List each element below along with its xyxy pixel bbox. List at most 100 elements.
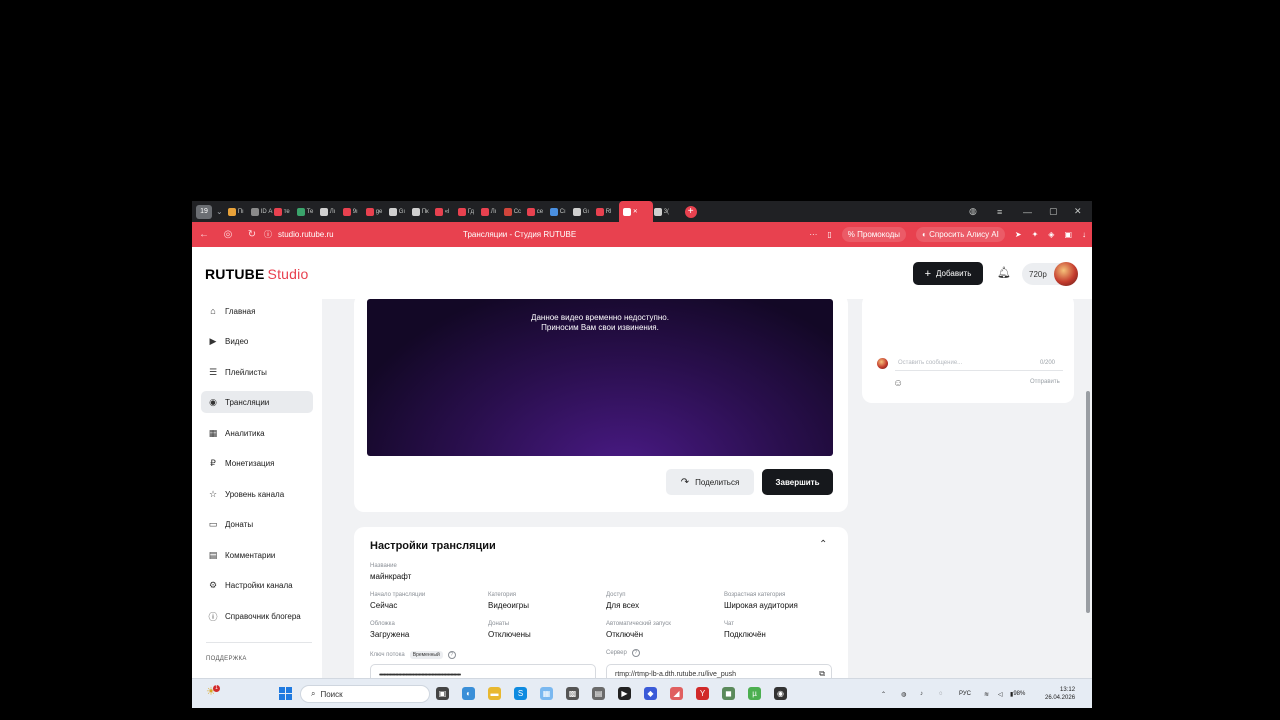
edge-icon[interactable]: ◐ bbox=[462, 687, 475, 700]
send-button[interactable]: Отправить bbox=[1030, 379, 1060, 385]
logo[interactable]: RUTUBE Studio bbox=[205, 266, 308, 282]
tray-app-icon[interactable]: ◍ bbox=[901, 679, 906, 708]
sidebar-item-wallet[interactable]: ▭ Донаты bbox=[201, 513, 313, 535]
stream-key-input[interactable]: ••••••••••••••••••••••••••••••••••••••••… bbox=[370, 664, 596, 678]
server-input[interactable]: rtmp://rtmp-lb-a.dth.rutube.ru/live_push… bbox=[606, 664, 832, 678]
video-player[interactable]: Данное видео временно недоступно. Принос… bbox=[367, 299, 833, 456]
close-window-icon[interactable]: ✕ bbox=[1074, 201, 1082, 222]
minecraft-icon[interactable]: ◼ bbox=[722, 687, 735, 700]
copy-icon[interactable]: ⧉ bbox=[819, 669, 825, 678]
tray-app-icon[interactable]: ◌ bbox=[939, 679, 943, 708]
tab-11[interactable]: Лı bbox=[480, 201, 503, 222]
tab-10[interactable]: Гд bbox=[457, 201, 480, 222]
add-button[interactable]: + Добавить bbox=[913, 262, 983, 285]
tab-9[interactable]: «l bbox=[434, 201, 457, 222]
minimize-icon[interactable]: — bbox=[1023, 201, 1032, 222]
sidebar-item-label: Донаты bbox=[225, 519, 254, 529]
volume-icon[interactable]: ◁ bbox=[998, 679, 1003, 708]
tab-label: Лı bbox=[329, 208, 336, 215]
more-icon[interactable]: ··· bbox=[809, 230, 817, 239]
back-icon[interactable]: ← bbox=[192, 229, 216, 240]
settings-title: Настройки трансляции bbox=[370, 540, 496, 552]
bell-icon[interactable]: 🔔︎ bbox=[997, 266, 1011, 279]
obs-icon[interactable]: ◉ bbox=[774, 687, 787, 700]
battery-indicator[interactable]: ▮ 98% bbox=[1010, 679, 1025, 708]
tab-5[interactable]: 9ı bbox=[342, 201, 365, 222]
tray-chevron-icon[interactable]: ⌃ bbox=[881, 679, 886, 708]
tab-active-rutube[interactable]: ✕ bbox=[618, 201, 653, 222]
sidebar-item-analytics[interactable]: ▦ Аналитика bbox=[201, 422, 313, 444]
tab-2[interactable]: те bbox=[273, 201, 296, 222]
reload-icon[interactable]: ↻ bbox=[240, 229, 264, 240]
emoji-icon[interactable]: ☺ bbox=[893, 378, 903, 389]
chevron-down-icon[interactable]: ⌄ bbox=[216, 207, 223, 216]
sidebar-item-info[interactable]: ⓘ Справочник блогера bbox=[201, 605, 313, 627]
tab-12[interactable]: Сс bbox=[503, 201, 526, 222]
tab-6[interactable]: ge bbox=[365, 201, 388, 222]
app-icon[interactable]: ▩ bbox=[566, 687, 579, 700]
media-player-icon[interactable]: ▶ bbox=[618, 687, 631, 700]
language-indicator[interactable]: РУС bbox=[959, 679, 971, 708]
sidebar-item-video[interactable]: ▶ Видео bbox=[201, 330, 313, 352]
server-label: Сервер bbox=[606, 650, 627, 656]
avatar[interactable] bbox=[1054, 262, 1078, 286]
cursor-icon[interactable]: ➤ bbox=[1015, 230, 1022, 239]
tab-8[interactable]: Пк bbox=[411, 201, 434, 222]
finish-button[interactable]: Завершить bbox=[762, 469, 833, 495]
tab-0[interactable]: Пı bbox=[227, 201, 250, 222]
tab-13[interactable]: се bbox=[526, 201, 549, 222]
tab-last[interactable]: 3( bbox=[653, 201, 676, 222]
app-icon[interactable]: ◢ bbox=[670, 687, 683, 700]
info-icon[interactable]: ? bbox=[447, 651, 456, 659]
app-icon[interactable]: ▤ bbox=[592, 687, 605, 700]
tab-14[interactable]: Сı bbox=[549, 201, 572, 222]
sidebar-item-comment[interactable]: ▤ Комментарии bbox=[201, 544, 313, 566]
clock[interactable]: 13:12 26.04.2026 bbox=[1045, 686, 1075, 702]
new-tab-button[interactable]: + bbox=[684, 205, 697, 218]
tab-count-badge[interactable]: 19 bbox=[196, 204, 212, 219]
scrollbar-thumb[interactable] bbox=[1086, 391, 1090, 613]
sidebar-item-home[interactable]: ⌂ Главная bbox=[201, 300, 313, 322]
store-icon[interactable]: ▦ bbox=[540, 687, 553, 700]
app-icon[interactable]: ◆ bbox=[644, 687, 657, 700]
menu-icon[interactable]: ≡ bbox=[997, 201, 1002, 222]
close-tab-icon[interactable]: ✕ bbox=[633, 208, 638, 215]
sidebar-item-broadcast[interactable]: ◉ Трансляции bbox=[201, 391, 313, 413]
tab-3[interactable]: Те bbox=[296, 201, 319, 222]
sidebar-item-star[interactable]: ☆ Уровень канала bbox=[201, 483, 313, 505]
chat-input[interactable]: Оставить сообщение... bbox=[898, 360, 962, 366]
tab-7[interactable]: Gı bbox=[388, 201, 411, 222]
explorer-icon[interactable]: ▬ bbox=[488, 687, 501, 700]
download-icon[interactable]: ↓ bbox=[1082, 230, 1086, 239]
shield-icon[interactable]: ◎ bbox=[216, 229, 240, 240]
profile-icon[interactable]: ◍ bbox=[969, 201, 977, 222]
yandex-browser-icon[interactable]: Y bbox=[696, 687, 709, 700]
extensions-icon[interactable]: ✦ bbox=[1032, 230, 1039, 239]
url-field[interactable]: studio.rutube.ru bbox=[278, 230, 334, 239]
settings-field: Донаты Отключены bbox=[488, 621, 603, 639]
tab-4[interactable]: Лı bbox=[319, 201, 342, 222]
chevron-up-icon[interactable]: ⌃ bbox=[819, 539, 827, 550]
tab-1[interactable]: ID Аı bbox=[250, 201, 273, 222]
collections-icon[interactable]: ▣ bbox=[1064, 230, 1072, 239]
scrollbar[interactable] bbox=[1085, 299, 1092, 678]
maximize-icon[interactable]: ▢ bbox=[1049, 201, 1058, 222]
share-button[interactable]: ↷ Поделиться bbox=[666, 469, 754, 495]
info-icon[interactable]: ? bbox=[631, 649, 640, 657]
skype-icon[interactable]: S bbox=[514, 687, 527, 700]
tab-15[interactable]: Gı bbox=[572, 201, 595, 222]
taskbar-search[interactable]: ⌕ Поиск bbox=[300, 685, 430, 703]
start-button[interactable] bbox=[279, 687, 292, 700]
mic-icon[interactable]: ♪ bbox=[920, 679, 923, 708]
wifi-icon[interactable]: ≋ bbox=[984, 679, 989, 708]
sidebar-item-ruble[interactable]: ₽ Монетизация bbox=[201, 452, 313, 474]
torrent-icon[interactable]: µ bbox=[748, 687, 761, 700]
alice-button[interactable]: ◐ Спросить Алису AI bbox=[916, 227, 1005, 242]
bookmark-icon[interactable]: ▯ bbox=[827, 230, 831, 239]
media-icon[interactable]: ◈ bbox=[1048, 230, 1054, 239]
tab-16[interactable]: Rl bbox=[595, 201, 618, 222]
task-view-icon[interactable]: ▣ bbox=[436, 687, 449, 700]
sidebar-item-gear[interactable]: ⚙ Настройки канала bbox=[201, 574, 313, 596]
promo-button[interactable]: % Промокоды bbox=[841, 227, 907, 242]
sidebar-item-playlist[interactable]: ☰ Плейлисты bbox=[201, 361, 313, 383]
